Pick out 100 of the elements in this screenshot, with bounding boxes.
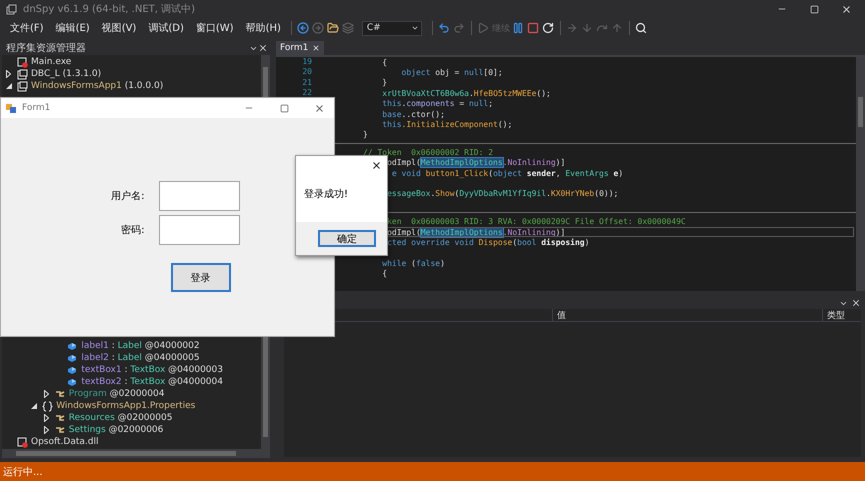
play-icon xyxy=(476,22,489,34)
code-line: e void button1_Click(object sender, EventArgs e) xyxy=(392,168,624,178)
tree-item[interactable]: WindowsFormsApp1.Properties xyxy=(56,401,196,411)
editor-tab[interactable]: Form1 xyxy=(276,41,324,55)
code-line: cted override void Dispose(bool disposing) xyxy=(387,238,590,247)
restart-button[interactable] xyxy=(540,20,556,36)
window-title: Form1 xyxy=(22,103,50,113)
code-line: essageBox.Show(DyyVDbaRvM1YfIq9il.KX0HrYNeb(0)); xyxy=(387,189,618,198)
menu-item[interactable]: 窗口(W) xyxy=(190,21,240,35)
code-line: this.components = null; xyxy=(382,99,494,108)
forward-icon xyxy=(312,22,324,34)
folder-icon xyxy=(326,22,339,34)
input-field[interactable] xyxy=(158,215,240,245)
scrollbar[interactable] xyxy=(2,449,270,458)
code-line: object obj = null[0]; xyxy=(402,68,503,78)
tree-item[interactable]: Settings @02000006 xyxy=(68,425,164,435)
code-line: xrUtBVoaXtCT6B0w6a.HfeBO5tzMWEEe(); xyxy=(382,88,551,98)
collapsed-icon[interactable] xyxy=(44,426,49,434)
arrow-down-icon xyxy=(580,22,593,34)
code-line: } xyxy=(363,130,368,140)
assembly-error-icon xyxy=(17,56,28,68)
ok-button[interactable]: 确定 xyxy=(318,230,376,247)
caret-icon xyxy=(410,24,419,32)
assembly-error-icon xyxy=(17,436,28,448)
code-line: while (false) xyxy=(382,258,445,268)
field-icon xyxy=(67,376,78,388)
login-button[interactable]: 登录 xyxy=(170,263,230,292)
tree-item[interactable]: DBC_L (1.3.1.0) xyxy=(31,69,102,79)
close-icon[interactable] xyxy=(258,43,268,53)
menu-item[interactable]: 文件(F) xyxy=(4,21,50,35)
tree-item[interactable]: Resources @02000005 xyxy=(68,413,172,423)
input-field[interactable] xyxy=(158,181,240,211)
code-line: base..ctor(); xyxy=(382,110,445,119)
panel-title: 程序集资源管理器 xyxy=(6,42,87,55)
redo-icon xyxy=(452,22,465,34)
menu-item[interactable]: 编辑(E) xyxy=(50,21,96,35)
class-icon xyxy=(54,424,66,436)
assembly-icon xyxy=(17,80,28,92)
braces-icon xyxy=(42,400,54,412)
tree-item[interactable]: Program @02000004 xyxy=(68,389,164,399)
collapsed-icon[interactable] xyxy=(44,390,49,398)
close-icon[interactable] xyxy=(312,44,320,52)
tree-item[interactable]: WindowsFormsApp1 (1.0.0.0) xyxy=(31,81,164,91)
code-line: } xyxy=(382,78,388,88)
field-label: 密码: xyxy=(120,224,146,237)
collapsed-icon[interactable] xyxy=(6,70,11,78)
class-icon xyxy=(54,388,66,400)
scrollbar[interactable] xyxy=(856,57,865,291)
app-icon xyxy=(6,4,17,14)
field-icon xyxy=(67,340,78,352)
tree-item[interactable]: textBox1 : TextBox @04000003 xyxy=(81,365,223,375)
window-title: dnSpy v6.1.9 (64-bit, .NET, 调试中) xyxy=(23,2,196,16)
maximize-icon xyxy=(280,104,288,112)
undo-icon xyxy=(438,22,450,34)
code-line: { xyxy=(382,58,388,67)
tree-item[interactable]: label1 : Label @04000002 xyxy=(81,341,200,351)
expanded-icon[interactable] xyxy=(6,83,12,89)
close-icon[interactable] xyxy=(371,160,382,171)
close-icon xyxy=(314,102,324,114)
back-icon xyxy=(296,22,309,34)
code-line: odImpl(MethodImplOptions.NoInlining)] xyxy=(387,228,566,237)
line-number: 22 xyxy=(302,88,312,99)
code-line: this.InitializeComponent(); xyxy=(382,120,512,130)
layers-icon xyxy=(342,22,354,34)
line-number: 20 xyxy=(302,67,312,78)
stop-button[interactable] xyxy=(526,20,541,36)
arrow-right-icon xyxy=(566,22,578,34)
close-icon xyxy=(840,4,852,14)
tree-item[interactable]: Opsoft.Data.dll xyxy=(31,437,98,447)
language-dropdown[interactable]: C# xyxy=(362,20,422,36)
code-line: odImpl(MethodImplOptions.NoInlining)] xyxy=(387,158,566,168)
code-line: ken 0x06000003 RID: 3 RVA: 0x0000209C File Offset: 0x0000049C xyxy=(387,217,686,226)
line-number: 21 xyxy=(302,78,312,88)
field-icon xyxy=(67,364,78,376)
pause-icon xyxy=(512,22,524,34)
stop-icon xyxy=(526,22,539,34)
field-icon xyxy=(67,352,78,364)
form-icon xyxy=(6,102,17,114)
close-icon[interactable] xyxy=(851,298,861,308)
arrow-up-icon xyxy=(610,22,623,34)
assembly-icon xyxy=(17,68,28,80)
class-icon xyxy=(54,412,66,424)
search-button[interactable] xyxy=(634,20,649,36)
collapsed-icon[interactable] xyxy=(44,414,49,422)
tree-item[interactable]: label2 : Label @04000005 xyxy=(81,353,200,363)
maximize-icon xyxy=(810,4,818,14)
message-text: 登录成功! xyxy=(304,188,350,201)
code-line: { xyxy=(382,269,388,278)
step-over-icon xyxy=(596,22,608,34)
tree-item[interactable]: textBox2 : TextBox @04000004 xyxy=(81,377,223,387)
menu-item[interactable]: 视图(V) xyxy=(96,21,142,35)
restart-icon xyxy=(542,22,554,34)
menu-item[interactable]: 帮助(H) xyxy=(240,21,287,35)
expanded-icon[interactable] xyxy=(31,403,38,409)
field-label: 用户名: xyxy=(110,190,146,203)
search-icon xyxy=(634,22,647,34)
tree-item[interactable]: Main.exe xyxy=(31,57,72,67)
back-button[interactable] xyxy=(296,20,311,36)
line-number: 19 xyxy=(302,57,312,68)
menu-item[interactable]: 调试(D) xyxy=(142,21,190,35)
